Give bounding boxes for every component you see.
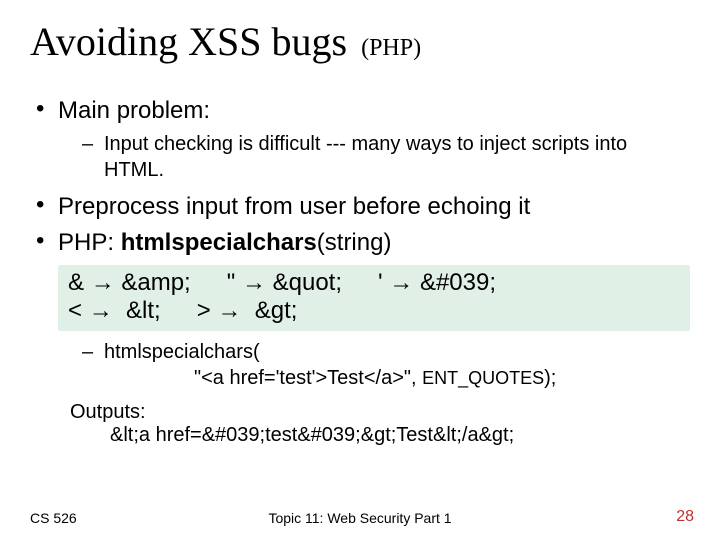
- map-to: &amp;: [121, 269, 190, 296]
- map-from: <: [68, 297, 82, 324]
- slide-title: Avoiding XSS bugs: [30, 18, 347, 65]
- php-suffix: (string): [317, 229, 392, 256]
- paren-open: (: [253, 341, 260, 363]
- footer-course: CS 526: [30, 510, 77, 526]
- arrow-icon: →: [89, 297, 113, 324]
- php-function-name: htmlspecialchars: [121, 229, 317, 256]
- map-apos: ' → &#039;: [378, 269, 496, 297]
- php-prefix: PHP:: [58, 229, 121, 256]
- map-lt: < → &lt;: [68, 297, 161, 325]
- map-from: >: [197, 297, 211, 324]
- sub-bullet-input-checking: Input checking is difficult --- many way…: [80, 131, 690, 183]
- slide-title-sub: (PHP): [361, 35, 421, 62]
- arrow-icon: →: [389, 269, 413, 296]
- example-args: "<a href='test'>Test</a>", ENT_QUOTES);: [194, 367, 556, 389]
- map-to: &gt;: [255, 297, 298, 324]
- arrow-icon: →: [217, 297, 241, 324]
- slide-body: Main problem: Input checking is difficul…: [0, 65, 720, 447]
- mapping-row-1: & → &amp; " → &quot; ' → &#039;: [68, 269, 680, 297]
- map-quot: " → &quot;: [227, 269, 342, 297]
- example-list: htmlspecialchars( "<a href='test'>Test</…: [30, 339, 690, 391]
- arrow-icon: →: [91, 269, 115, 296]
- example-fn: htmlspecialchars: [104, 341, 253, 363]
- mapping-row-2: < → &lt; > → &gt;: [68, 297, 680, 325]
- example-arg-string: "<a href='test'>Test</a>",: [194, 367, 422, 389]
- bullet-text: Main problem:: [58, 97, 210, 124]
- map-from: ': [378, 269, 383, 296]
- footer-page-number: 28: [676, 508, 694, 526]
- map-from: ": [227, 269, 236, 296]
- bullet-main-problem: Main problem: Input checking is difficul…: [30, 97, 690, 183]
- example-arg-flag: ENT_QUOTES: [422, 368, 544, 388]
- paren-close: );: [544, 367, 556, 389]
- arrow-icon: →: [242, 269, 266, 296]
- mapping-table: & → &amp; " → &quot; ' → &#039; <: [58, 265, 690, 331]
- example-call: htmlspecialchars( "<a href='test'>Test</…: [80, 339, 690, 391]
- bullet-list: Main problem: Input checking is difficul…: [30, 97, 690, 257]
- map-amp: & → &amp;: [68, 269, 191, 297]
- sub-list: Input checking is difficult --- many way…: [58, 131, 690, 183]
- title-row: Avoiding XSS bugs (PHP): [0, 0, 720, 65]
- map-to: &#039;: [420, 269, 496, 296]
- map-to: &quot;: [273, 269, 342, 296]
- bullet-php: PHP: htmlspecialchars(string): [30, 229, 690, 257]
- slide: Avoiding XSS bugs (PHP) Main problem: In…: [0, 0, 720, 540]
- footer-topic: Topic 11: Web Security Part 1: [268, 510, 451, 526]
- example-output: Outputs: &lt;a href=&#039;test&#039;&gt;…: [70, 401, 690, 447]
- bullet-preprocess: Preprocess input from user before echoin…: [30, 193, 690, 221]
- map-from: &: [68, 269, 84, 296]
- map-to: &lt;: [126, 297, 161, 324]
- map-gt: > → &gt;: [197, 297, 298, 325]
- outputs-value: &lt;a href=&#039;test&#039;&gt;Test&lt;/…: [110, 424, 514, 446]
- outputs-label: Outputs:: [70, 401, 146, 423]
